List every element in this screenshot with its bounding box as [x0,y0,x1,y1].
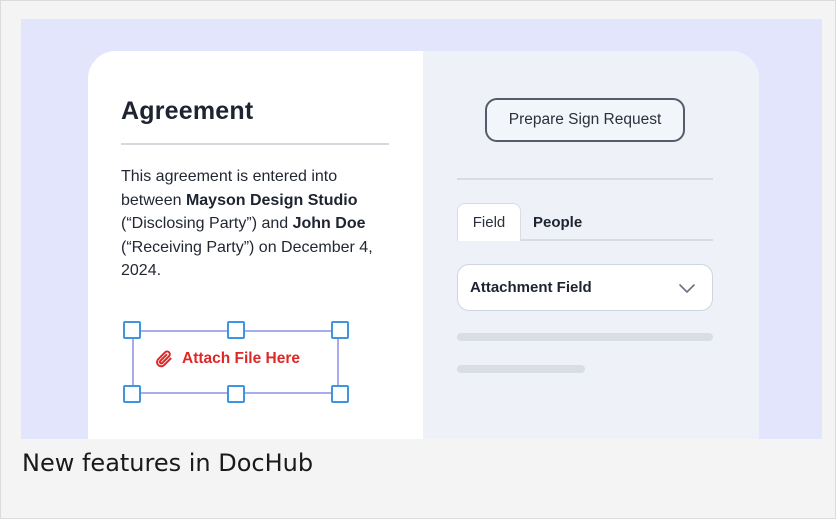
field-type-value: Attachment Field [470,279,592,296]
attach-file-prompt[interactable]: Attach File Here [154,349,300,369]
paperclip-icon [156,350,172,368]
panel-divider [457,178,713,180]
resize-handle-top[interactable] [227,321,245,339]
fields-panel: Prepare Sign Request Field People Attach… [423,51,759,439]
resize-handle-bottom[interactable] [227,385,245,403]
placeholder-bar [457,333,713,341]
prepare-sign-request-button[interactable]: Prepare Sign Request [485,98,685,142]
chevron-down-icon [679,284,695,293]
body-text: (“Receiving Party”) on December 4, 2024. [121,238,373,280]
disclosing-party-name: Mayson Design Studio [185,191,358,209]
attach-file-label: Attach File Here [182,350,301,367]
resize-handle-bottom-left[interactable] [123,385,141,403]
document-title: Agreement [121,97,254,125]
placeholder-bar [457,365,585,373]
receiving-party-name: John Doe [292,215,366,232]
tab-field[interactable]: Field [457,203,521,241]
tile-caption[interactable]: New features in DocHub [22,449,313,477]
feature-banner: Agreement This agreement is entered into… [21,19,822,439]
tab-people[interactable]: People [533,203,582,241]
app-preview-card: Agreement This agreement is entered into… [88,51,759,439]
resize-handle-top-right[interactable] [331,321,349,339]
resize-handle-top-left[interactable] [123,321,141,339]
title-divider [121,143,389,145]
field-type-select[interactable]: Attachment Field [457,264,713,311]
document-pane: Agreement This agreement is entered into… [88,51,423,439]
document-body: This agreement is entered into between M… [121,165,401,283]
body-text: (“Disclosing Party”) and [121,215,293,232]
feature-tile[interactable]: Agreement This agreement is entered into… [0,0,836,519]
panel-tabs: Field People [457,203,713,241]
resize-handle-bottom-right[interactable] [331,385,349,403]
